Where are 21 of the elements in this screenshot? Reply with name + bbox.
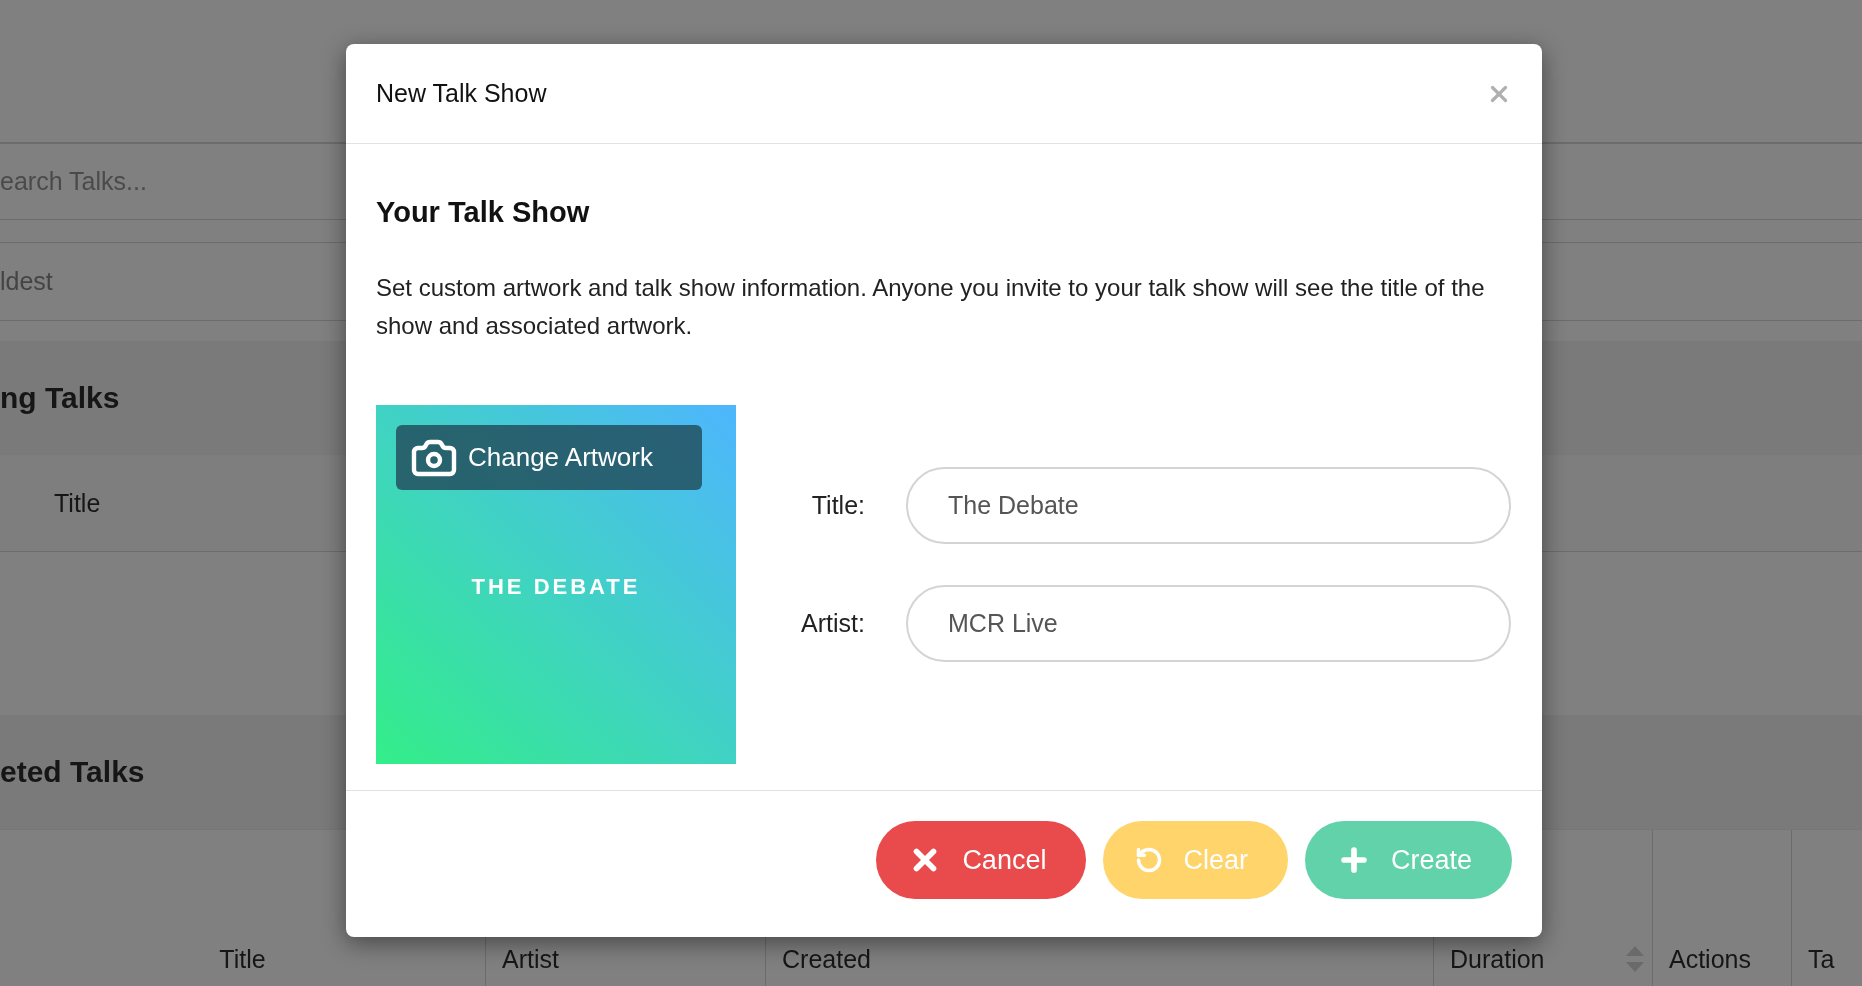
section-heading: Your Talk Show	[376, 196, 591, 229]
section-title: ng Talks	[0, 381, 120, 415]
field-label: Title:	[810, 491, 866, 520]
column-header: Title	[219, 945, 266, 974]
input-field[interactable]: MCR Live	[906, 585, 1511, 662]
input-field[interactable]: The Debate	[906, 467, 1511, 544]
column-header: Created	[782, 945, 871, 974]
column-header: Artist	[502, 945, 559, 974]
field-label: Artist:	[800, 609, 866, 638]
dialog-title: New Talk Show	[376, 79, 547, 108]
cancel-button[interactable]: Cancel	[876, 821, 1087, 899]
column-header: Ta	[1808, 945, 1835, 974]
column-header: Duration	[1450, 945, 1545, 974]
description-text: Set custom artwork and talk show information. Anyone you invite to your talk show will see the title of the show and associated artwork.	[376, 273, 1486, 341]
sort-select[interactable]: ldest	[0, 267, 53, 296]
reset-icon	[1135, 846, 1164, 874]
column-header: Title	[54, 488, 101, 518]
change-artwork-button[interactable]: Change Artwork	[396, 425, 702, 490]
artwork-title: THE DEBATE	[471, 573, 641, 600]
section-title: eted Talks	[0, 755, 145, 789]
column-header: Actions	[1669, 945, 1751, 974]
